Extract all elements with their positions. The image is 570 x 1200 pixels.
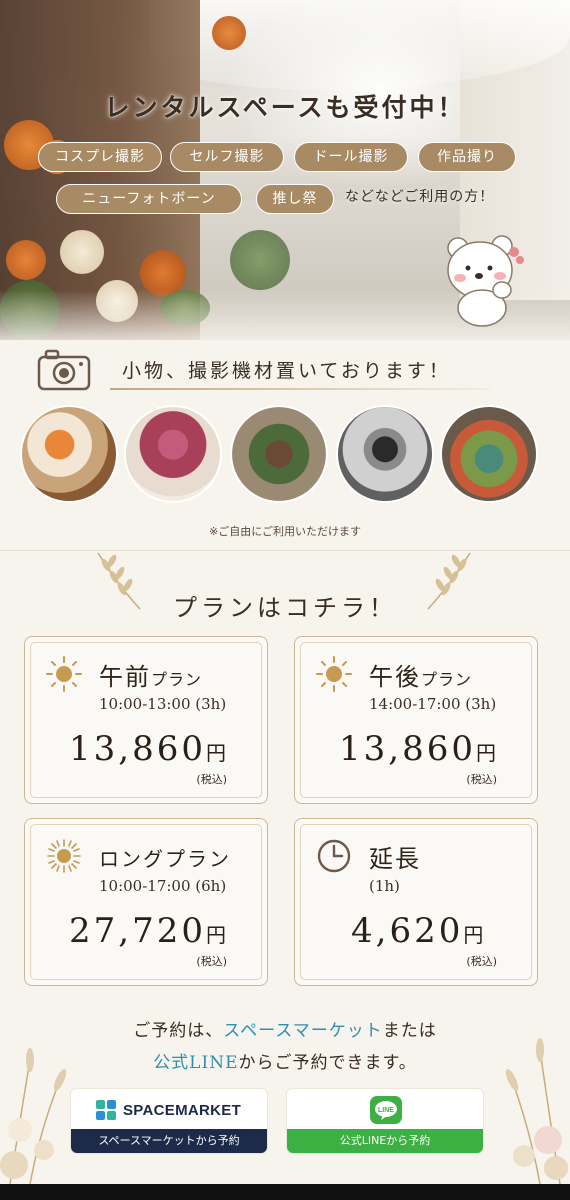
camera-icon — [37, 349, 91, 391]
bear-mascot-icon — [447, 235, 524, 327]
plan-price: 13,860円 — [69, 729, 226, 769]
plans-title: プランはコチラ！ — [173, 594, 397, 622]
plan-time: 14:00-17:00 (3h) — [369, 695, 497, 713]
tax-label: (税込) — [196, 955, 227, 968]
plan-card-morning: 午前プラン 10:00-13:00 (3h) 13,860円 (税込) — [24, 636, 268, 804]
plan-price: 13,860円 — [339, 729, 496, 769]
plan-name: 午前プラン — [99, 663, 203, 691]
flower-decoration — [60, 230, 104, 274]
plan-card-afternoon: 午後プラン 14:00-17:00 (3h) 13,860円 (税込) — [294, 636, 538, 804]
tag-self-shoot: セルフ撮影 — [170, 142, 284, 172]
clock-icon — [317, 839, 351, 873]
plan-card-long: ロングプラン 10:00-17:00 (6h) 27,720円 (税込) — [24, 818, 268, 986]
tag-etc-text: などなどご利用の方！ — [345, 189, 495, 205]
equipment-title: 小物、撮影機材置いております！ — [122, 360, 451, 382]
line-highlight: 公式LINE — [153, 1053, 239, 1073]
plan-price: 4,620円 — [351, 911, 484, 951]
tax-label: (税込) — [196, 773, 227, 786]
spacemarket-button-label[interactable]: スペースマーケットから予約 — [71, 1129, 267, 1153]
tax-label: (税込) — [466, 955, 497, 968]
sun-icon — [316, 656, 352, 692]
flower-decoration — [212, 16, 246, 50]
sunburst-icon — [47, 839, 81, 873]
spacemarket-logo: SPACEMARKET — [95, 1097, 241, 1123]
photo-table-flowers — [440, 405, 538, 503]
hero-title: レンタルスペースも受付中！ — [104, 93, 466, 122]
plan-name: 延長 — [369, 845, 421, 873]
spacemarket-highlight: スペースマーケット — [223, 1021, 383, 1041]
tag-cosplay: コスプレ撮影 — [38, 142, 162, 172]
plan-card-extension: 延長 (1h) 4,620円 (税込) — [294, 818, 538, 986]
plan-name: ロングプラン — [99, 847, 231, 871]
plan-price: 27,720円 — [69, 911, 226, 951]
tag-artwork-shoot: 作品撮り — [418, 142, 516, 172]
svg-text:LINE: LINE — [378, 1107, 394, 1114]
sun-icon — [46, 656, 82, 692]
equipment-underline — [110, 388, 490, 390]
line-logo-icon: LINE — [370, 1096, 402, 1124]
plan-name: 午後プラン — [369, 663, 473, 691]
photo-shelf-plants — [230, 405, 328, 503]
reservation-text: ご予約は、スペースマーケットまたは 公式LINEからご予約できます。 — [133, 1021, 437, 1073]
plan-time: (1h) — [369, 877, 400, 895]
line-button-label[interactable]: 公式LINEから予約 — [287, 1129, 483, 1153]
section-divider — [0, 550, 570, 551]
tax-label: (税込) — [466, 773, 497, 786]
plan-time: 10:00-13:00 (3h) — [99, 695, 227, 713]
equipment-note: ※ご自由にご利用いただけます — [209, 525, 361, 538]
photo-dried-flowers — [124, 405, 222, 503]
tag-oshi-matsuri: 推し祭 — [256, 184, 334, 214]
plan-time: 10:00-17:00 (6h) — [99, 877, 227, 895]
flower-decoration — [6, 240, 46, 280]
photo-lighting-equipment — [336, 405, 434, 503]
photo-pumpkin-props — [20, 405, 118, 503]
tag-doll-shoot: ドール撮影 — [294, 142, 408, 172]
flower-decoration — [230, 230, 290, 290]
bottom-bar — [0, 1184, 570, 1200]
spacemarket-logo-icon — [96, 1100, 116, 1120]
tag-newborn-photo: ニューフォトボーン — [56, 184, 242, 214]
line-reserve-button[interactable]: LINE 公式LINEから予約 — [286, 1088, 484, 1154]
spacemarket-reserve-button[interactable]: SPACEMARKET スペースマーケットから予約 — [70, 1088, 268, 1154]
hero-banner: レンタルスペースも受付中！ コスプレ撮影 セルフ撮影 ドール撮影 作品撮り ニュ… — [0, 0, 570, 340]
